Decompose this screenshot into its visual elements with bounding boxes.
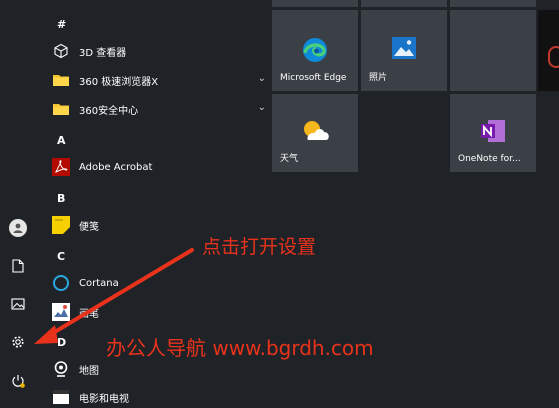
tile-partial[interactable] [538, 10, 559, 91]
app-adobe-acrobat[interactable]: Adobe Acrobat [50, 156, 280, 178]
tile-top-1[interactable] [272, 0, 358, 7]
app-label: 电影和电视 [79, 393, 129, 405]
app-label: 画笔 [79, 308, 99, 320]
tile-label: Microsoft Edge [280, 73, 347, 83]
app-movies-tv[interactable]: 电影和电视 [50, 386, 280, 408]
tile-label: OneNote for... [458, 154, 521, 164]
app-label: 360安全中心 [79, 105, 139, 117]
edge-icon [301, 36, 329, 68]
documents-icon[interactable] [8, 256, 28, 276]
tile-onenote[interactable]: OneNote for... [450, 94, 536, 172]
sticky-notes-icon [50, 214, 72, 236]
tile-label: 天气 [280, 154, 299, 164]
folder-icon [50, 98, 72, 120]
power-icon[interactable] [8, 371, 28, 391]
cube-icon [50, 40, 72, 62]
acrobat-icon [50, 156, 72, 178]
annotation-hint: 点击打开设置 [202, 236, 317, 258]
app-3d-viewer[interactable]: 3D 查看器 [50, 40, 280, 62]
section-letter-a[interactable]: A [57, 134, 66, 147]
onenote-icon [479, 118, 507, 148]
tile-weather[interactable]: 天气 [272, 94, 358, 172]
weather-icon [300, 118, 330, 146]
chevron-down-icon[interactable]: ⌄ [258, 73, 266, 84]
tile-microsoft-edge[interactable]: Microsoft Edge [272, 10, 358, 91]
annotation-watermark: 办公人导航 www.bgrdh.com [106, 336, 374, 360]
section-letter-hash[interactable]: # [57, 18, 66, 31]
maps-icon [50, 358, 72, 380]
app-label: 地图 [79, 365, 99, 377]
tile-top-2[interactable] [361, 0, 447, 7]
tile-label: 照片 [369, 73, 388, 83]
section-letter-d[interactable]: D [57, 336, 66, 349]
app-cortana[interactable]: Cortana [50, 272, 280, 294]
tile-top-3[interactable] [450, 0, 536, 7]
user-avatar-icon[interactable] [9, 219, 27, 237]
section-letter-b[interactable]: B [57, 192, 65, 205]
app-folder-360-security[interactable]: 360安全中心 ⌄ [50, 98, 280, 120]
folder-icon [50, 69, 72, 91]
movies-icon [50, 386, 72, 408]
app-label: 360 极速浏览器X [79, 76, 159, 88]
pictures-icon[interactable] [8, 294, 28, 314]
section-letter-c[interactable]: C [57, 250, 65, 263]
app-label: Adobe Acrobat [79, 161, 153, 173]
tile-photos[interactable]: 照片 [361, 10, 447, 91]
cortana-icon [50, 272, 72, 294]
app-label: 3D 查看器 [79, 47, 127, 59]
app-paint[interactable]: 画笔 [50, 301, 280, 323]
app-maps[interactable]: 地图 [50, 358, 280, 380]
chevron-down-icon[interactable]: ⌄ [258, 102, 266, 113]
settings-icon[interactable] [8, 332, 28, 352]
red-ring-icon [548, 46, 559, 68]
app-folder-360-browser[interactable]: 360 极速浏览器X ⌄ [50, 69, 280, 91]
app-label: Cortana [79, 277, 119, 289]
paint-icon [50, 301, 72, 323]
photos-icon [391, 36, 417, 64]
start-menu-rail [0, 0, 36, 398]
tile-blank[interactable] [450, 10, 536, 91]
app-label: 便笺 [79, 221, 99, 233]
